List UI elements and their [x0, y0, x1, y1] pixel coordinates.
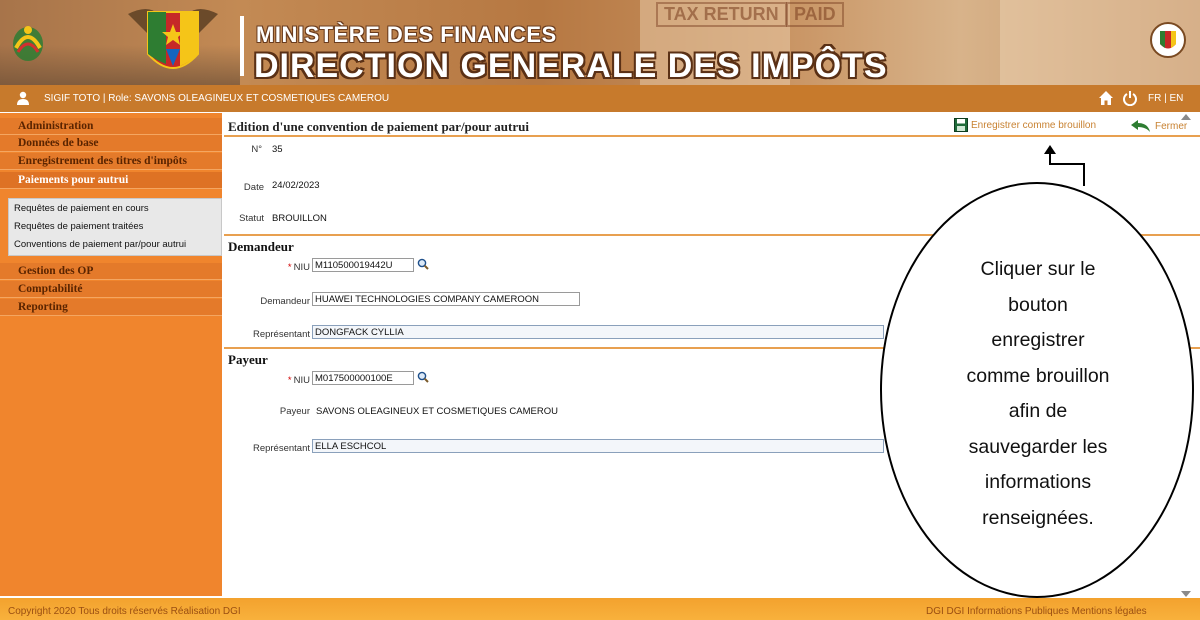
language-switcher: FR | EN: [1148, 93, 1183, 104]
demandeur-niu-label: * NIU: [287, 262, 310, 273]
demandeur-search-icon[interactable]: [417, 258, 429, 270]
coat-of-arms-icon: [128, 9, 218, 69]
date-label: Date: [243, 182, 264, 193]
number-value: 35: [272, 144, 283, 155]
ministry-title: MINISTÈRE DES FINANCES: [256, 22, 557, 47]
demandeur-niu-input[interactable]: [312, 258, 414, 272]
callout-arrow: [1044, 145, 1085, 186]
home-icon[interactable]: [1098, 90, 1114, 106]
lang-en-link[interactable]: EN: [1170, 93, 1184, 104]
instruction-callout: Cliquer sur le bouton enregistrer comme …: [880, 182, 1194, 598]
sidebar-item-reporting[interactable]: Reporting: [0, 299, 222, 316]
dgi-logo-icon: [13, 26, 43, 61]
payeur-niu-label: * NIU: [287, 375, 310, 386]
submenu-item-requetes-traitees[interactable]: Requêtes de paiement traitées: [14, 221, 222, 232]
submenu-paiements: Requêtes de paiement en cours Requêtes d…: [8, 198, 222, 256]
header-banner: TAX RETURN PAID MINISTÈRE DES FINANCES D…: [0, 0, 1200, 85]
instruction-line: comme brouillon: [966, 364, 1110, 387]
sidebar-item-administration[interactable]: Administration: [0, 118, 222, 135]
tax-return-stamp: TAX RETURN: [656, 2, 787, 27]
page-title: Edition d'une convention de paiement par…: [228, 119, 529, 134]
user-role-text: SIGIF TOTO | Role: SAVONS OLEAGINEUX ET …: [44, 93, 390, 104]
footer-copyright: Copyright 2020 Tous droits réservés Réal…: [8, 606, 241, 617]
title-divider: [224, 135, 1200, 137]
demandeur-representant-input[interactable]: [312, 325, 884, 339]
submenu-item-requetes-en-cours[interactable]: Requêtes de paiement en cours: [14, 203, 222, 214]
status-label: Statut: [239, 213, 264, 224]
floppy-disk-icon: [954, 118, 968, 132]
sidebar-item-paiements-pour-autrui[interactable]: Paiements pour autrui: [0, 172, 222, 189]
payeur-representant-label: Représentant: [252, 443, 310, 454]
sidebar-item-comptabilite[interactable]: Comptabilité: [0, 281, 222, 298]
close-button[interactable]: Fermer: [1130, 119, 1187, 133]
status-value: BROUILLON: [272, 213, 327, 224]
payeur-representant-input[interactable]: [312, 439, 884, 453]
save-draft-button[interactable]: Enregistrer comme brouillon: [954, 118, 1096, 132]
instruction-line: enregistrer: [991, 329, 1085, 351]
instruction-line: afin de: [1008, 400, 1068, 422]
sidebar: Administration Données de base Enregistr…: [0, 113, 222, 596]
save-draft-label: Enregistrer comme brouillon: [971, 119, 1097, 131]
instruction-line: renseignées.: [982, 506, 1094, 529]
number-label: N°: [251, 144, 262, 155]
demandeur-name-label: Demandeur: [260, 296, 310, 307]
section-demandeur-title: Demandeur: [228, 239, 294, 254]
scroll-down-icon[interactable]: [1180, 590, 1192, 598]
instruction-line: sauvegarder les: [968, 435, 1108, 458]
footer: Copyright 2020 Tous droits réservés Réal…: [0, 598, 1200, 620]
demandeur-representant-label: Représentant: [252, 329, 310, 340]
payeur-name-value: SAVONS OLEAGINEUX ET COSMETIQUES CAMEROU: [316, 406, 558, 417]
banner-divider: [240, 16, 244, 76]
payeur-search-icon[interactable]: [417, 371, 429, 383]
instruction-text: Cliquer sur le bouton enregistrer comme …: [908, 252, 1168, 536]
direction-title: DIRECTION GENERALE DES IMPÔTS: [254, 47, 888, 85]
lang-fr-link[interactable]: FR: [1148, 93, 1161, 104]
submenu-item-conventions[interactable]: Conventions de paiement par/pour autrui: [14, 239, 222, 250]
payeur-name-label: Payeur: [279, 406, 310, 417]
close-label: Fermer: [1155, 120, 1188, 132]
instruction-line: Cliquer sur le: [980, 258, 1096, 280]
instruction-line: informations: [984, 471, 1092, 493]
scroll-up-icon[interactable]: [1180, 113, 1192, 121]
demandeur-name-input[interactable]: [312, 292, 580, 306]
cameroon-seal-icon: [1150, 22, 1186, 58]
lang-separator: |: [1164, 93, 1167, 104]
date-value: 24/02/2023: [272, 180, 320, 191]
payeur-niu-input[interactable]: [312, 371, 414, 385]
section-payeur-title: Payeur: [228, 352, 268, 367]
power-icon[interactable]: [1122, 90, 1138, 106]
user-bar: SIGIF TOTO | Role: SAVONS OLEAGINEUX ET …: [0, 85, 1200, 112]
sidebar-item-donnees-de-base[interactable]: Données de base: [0, 135, 222, 152]
paid-stamp: PAID: [786, 2, 844, 27]
user-icon: [17, 91, 29, 105]
sidebar-item-enregistrement-titres[interactable]: Enregistrement des titres d'impôts: [0, 153, 222, 170]
footer-links[interactable]: DGI DGI Informations Publiques Mentions …: [926, 606, 1147, 617]
sidebar-item-gestion-des-op[interactable]: Gestion des OP: [0, 263, 222, 280]
instruction-line: bouton: [1008, 293, 1068, 316]
back-arrow-icon: [1131, 120, 1150, 132]
